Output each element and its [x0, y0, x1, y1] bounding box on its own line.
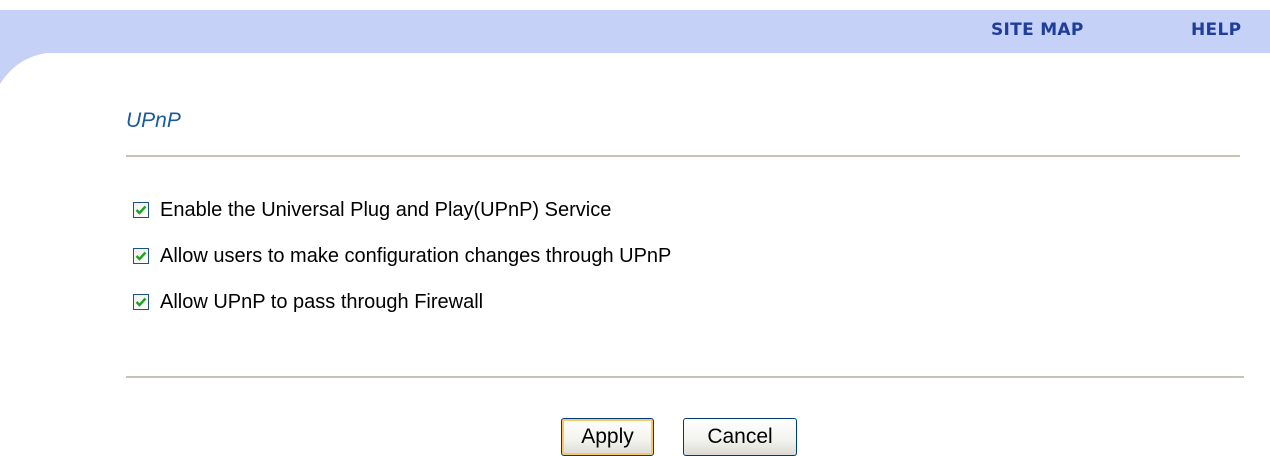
checkmark-icon — [135, 251, 147, 261]
header-curve-decoration — [0, 52, 60, 84]
allow-firewall-pass-checkbox[interactable] — [133, 294, 149, 310]
page-title: UPnP — [126, 109, 181, 132]
checkmark-icon — [135, 205, 147, 215]
upnp-settings-page: SITE MAP HELP UPnP Enable the Universal … — [0, 0, 1270, 456]
title-divider — [126, 155, 1240, 157]
form-buttons: Apply Cancel — [561, 418, 797, 456]
option-allow-firewall-pass: Allow UPnP to pass through Firewall — [133, 279, 671, 325]
allow-firewall-pass-label: Allow UPnP to pass through Firewall — [160, 290, 484, 313]
option-allow-config-changes: Allow users to make configuration change… — [133, 233, 671, 279]
enable-upnp-label: Enable the Universal Plug and Play(UPnP)… — [160, 198, 612, 221]
upnp-options-list: Enable the Universal Plug and Play(UPnP)… — [133, 187, 671, 325]
allow-config-changes-checkbox[interactable] — [133, 248, 149, 264]
apply-button[interactable]: Apply — [561, 418, 654, 456]
buttons-divider — [126, 376, 1244, 378]
checkmark-icon — [135, 297, 147, 307]
option-enable-upnp: Enable the Universal Plug and Play(UPnP)… — [133, 187, 671, 233]
allow-config-changes-label: Allow users to make configuration change… — [160, 244, 672, 267]
cancel-button[interactable]: Cancel — [683, 418, 797, 456]
site-map-link[interactable]: SITE MAP — [991, 20, 1084, 40]
enable-upnp-checkbox[interactable] — [133, 202, 149, 218]
help-link[interactable]: HELP — [1191, 20, 1241, 40]
